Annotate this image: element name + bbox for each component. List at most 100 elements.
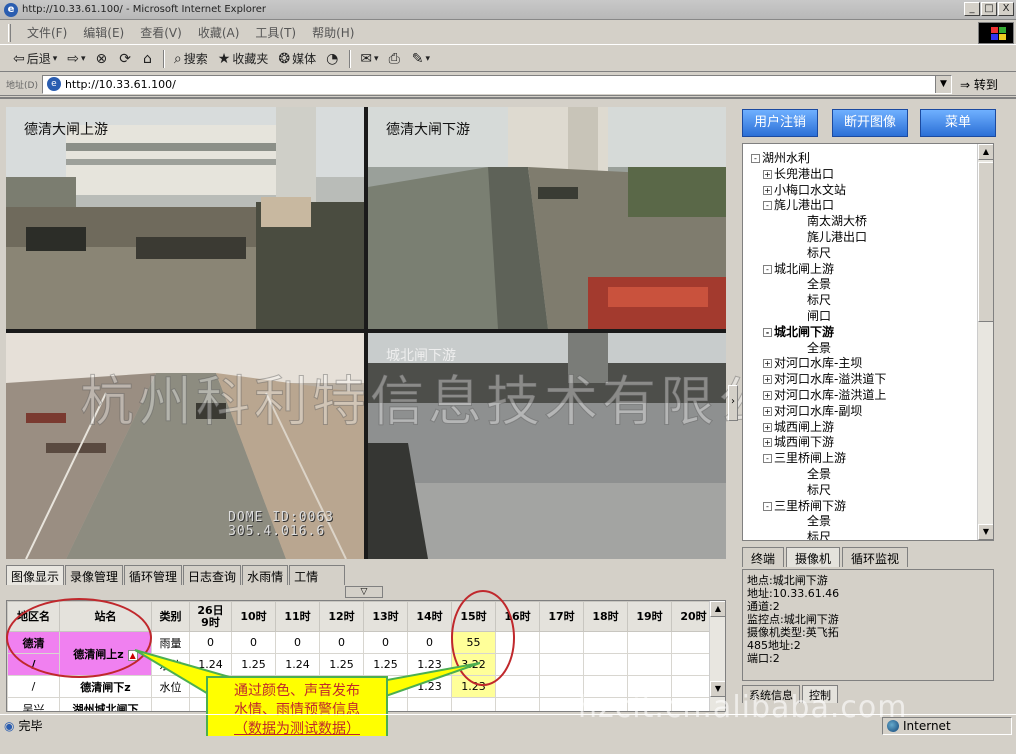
- back-button[interactable]: ⇦ 后退 ▾: [8, 48, 62, 69]
- tab-recording-management[interactable]: 录像管理: [65, 565, 124, 585]
- collapse-icon[interactable]: -: [763, 327, 772, 337]
- collapse-icon[interactable]: -: [763, 501, 772, 511]
- tree-scroll-thumb[interactable]: [978, 162, 993, 322]
- table-scrollbar[interactable]: ▲ ▼: [709, 601, 725, 711]
- tree-item[interactable]: - 三里桥闸下游: [763, 498, 846, 514]
- tree-item[interactable]: 标尺: [807, 292, 831, 308]
- column-header[interactable]: 18时: [583, 601, 628, 632]
- expand-icon[interactable]: +: [763, 359, 772, 369]
- tree-item[interactable]: 旄儿港出口: [807, 229, 867, 245]
- tree-item[interactable]: - 城北闸上游: [763, 261, 834, 277]
- address-input[interactable]: e http://10.33.61.100/ ▼: [41, 74, 952, 94]
- disconnect-image-button[interactable]: 断开图像: [832, 109, 908, 137]
- tab-image-display[interactable]: 图像显示: [6, 565, 65, 585]
- tree-item[interactable]: - 旄儿港出口: [763, 197, 834, 213]
- tree-item[interactable]: 全景: [807, 276, 831, 292]
- scroll-down-icon[interactable]: ▼: [978, 524, 993, 540]
- tab-works[interactable]: 工情: [289, 565, 346, 585]
- tree-item[interactable]: 全景: [807, 513, 831, 529]
- scroll-up-icon[interactable]: ▲: [978, 144, 993, 160]
- column-header[interactable]: 19时: [627, 601, 672, 632]
- mail-button[interactable]: ✉ ▾: [355, 49, 383, 69]
- go-button[interactable]: ⇒ 转到: [960, 76, 998, 93]
- column-header[interactable]: 17时: [539, 601, 584, 632]
- site-cell[interactable]: 湖州城北闸下: [59, 697, 152, 711]
- column-header[interactable]: 14时: [407, 601, 452, 632]
- tree-item[interactable]: + 对河口水库-主坝: [763, 355, 862, 371]
- home-button[interactable]: ⌂: [138, 49, 159, 69]
- video-feed-2[interactable]: 德清大闸下游: [368, 107, 726, 329]
- tree-item[interactable]: 标尺: [807, 482, 831, 498]
- tree-item[interactable]: - 三里桥闸上游: [763, 450, 846, 466]
- column-header[interactable]: 15时: [451, 601, 496, 632]
- maximize-button[interactable]: □: [981, 2, 997, 16]
- media-button[interactable]: ❂ 媒体: [273, 48, 321, 69]
- tree-item[interactable]: 标尺: [807, 529, 831, 540]
- collapse-icon[interactable]: -: [763, 264, 772, 274]
- column-header[interactable]: 26日 9时: [189, 601, 232, 632]
- video-feed-4[interactable]: 城北闸下游: [368, 333, 726, 559]
- tab-control[interactable]: 控制: [802, 685, 838, 703]
- minimize-button[interactable]: _: [964, 2, 980, 16]
- alarm-icon[interactable]: ▲: [127, 649, 138, 661]
- print-button[interactable]: ⎙: [384, 49, 407, 69]
- address-dropdown-icon[interactable]: ▼: [934, 75, 951, 93]
- tab-system-info[interactable]: 系统信息: [742, 685, 800, 703]
- stop-button[interactable]: ⊗: [91, 49, 115, 69]
- expand-icon[interactable]: +: [763, 438, 772, 448]
- column-header[interactable]: 地区名: [7, 601, 60, 632]
- tree-item[interactable]: + 对河口水库-副坝: [763, 403, 862, 419]
- column-header[interactable]: 类别: [151, 601, 190, 632]
- forward-button[interactable]: ⇨ ▾: [62, 49, 90, 69]
- tab-camera[interactable]: 摄像机: [786, 547, 841, 567]
- menu-view[interactable]: 查看(V): [132, 22, 190, 43]
- video-feed-3[interactable]: DOME ID:0063 305.4.016.6: [6, 333, 364, 559]
- expand-icon[interactable]: +: [763, 422, 772, 432]
- expand-icon[interactable]: +: [763, 406, 772, 416]
- column-header[interactable]: 10时: [231, 601, 276, 632]
- edit-button[interactable]: ✎ ▾: [407, 49, 435, 69]
- expand-icon[interactable]: +: [763, 391, 772, 400]
- table-row[interactable]: 德清 德清闸上z ▲ 雨量 0 0 0 0 0 0 55: [7, 631, 716, 676]
- tree-item[interactable]: + 城西闸下游: [763, 434, 834, 450]
- menu-file[interactable]: 文件(F): [19, 22, 75, 43]
- tree-item[interactable]: - 城北闸下游: [763, 324, 834, 340]
- video-feed-1[interactable]: 德清大闸上游: [6, 107, 364, 329]
- tab-log-query[interactable]: 日志查询: [183, 565, 242, 585]
- collapse-icon[interactable]: -: [763, 454, 772, 464]
- table-scroll-down-icon[interactable]: ▼: [710, 681, 725, 697]
- column-header[interactable]: 12时: [319, 601, 364, 632]
- collapse-table-button[interactable]: ▽: [345, 586, 383, 598]
- tree-item[interactable]: + 长兜港出口: [763, 166, 834, 182]
- expand-icon[interactable]: +: [763, 375, 772, 385]
- expand-icon[interactable]: +: [763, 169, 772, 179]
- tree-item[interactable]: + 对河口水库-溢洪道下: [763, 371, 886, 387]
- column-header[interactable]: 13时: [363, 601, 408, 632]
- tab-loop-monitor[interactable]: 循环监视: [842, 547, 909, 567]
- tree-item[interactable]: + 城西闸上游: [763, 419, 834, 435]
- history-button[interactable]: ◔: [321, 49, 345, 69]
- menu-edit[interactable]: 编辑(E): [75, 22, 132, 43]
- tree-item[interactable]: 标尺: [807, 245, 831, 261]
- menu-tools[interactable]: 工具(T): [247, 22, 304, 43]
- tree-item[interactable]: + 对河口水库-溢洪道上: [763, 387, 886, 403]
- collapse-icon[interactable]: -: [751, 154, 760, 163]
- column-header[interactable]: 16时: [495, 601, 540, 632]
- tree-item[interactable]: + 小梅口水文站: [763, 182, 846, 198]
- tab-terminal[interactable]: 终端: [742, 547, 785, 567]
- tree-item[interactable]: 闸口: [807, 308, 831, 324]
- logout-button[interactable]: 用户注销: [742, 109, 818, 137]
- tab-water-rain[interactable]: 水雨情: [242, 565, 289, 585]
- tab-loop-management[interactable]: 循环管理: [124, 565, 183, 585]
- panel-splitter-button[interactable]: ›: [728, 385, 738, 421]
- table-scroll-up-icon[interactable]: ▲: [710, 601, 725, 617]
- collapse-icon[interactable]: -: [763, 201, 772, 211]
- menu-help[interactable]: 帮助(H): [304, 22, 362, 43]
- menu-button[interactable]: 菜单: [920, 109, 996, 137]
- column-header[interactable]: 11时: [275, 601, 320, 632]
- tree-scrollbar[interactable]: ▲ ▼: [977, 144, 993, 540]
- expand-icon[interactable]: +: [763, 185, 772, 195]
- refresh-button[interactable]: ⟳: [114, 49, 138, 69]
- tree-item[interactable]: 南太湖大桥: [807, 213, 867, 229]
- tree-item[interactable]: 全景: [807, 340, 831, 356]
